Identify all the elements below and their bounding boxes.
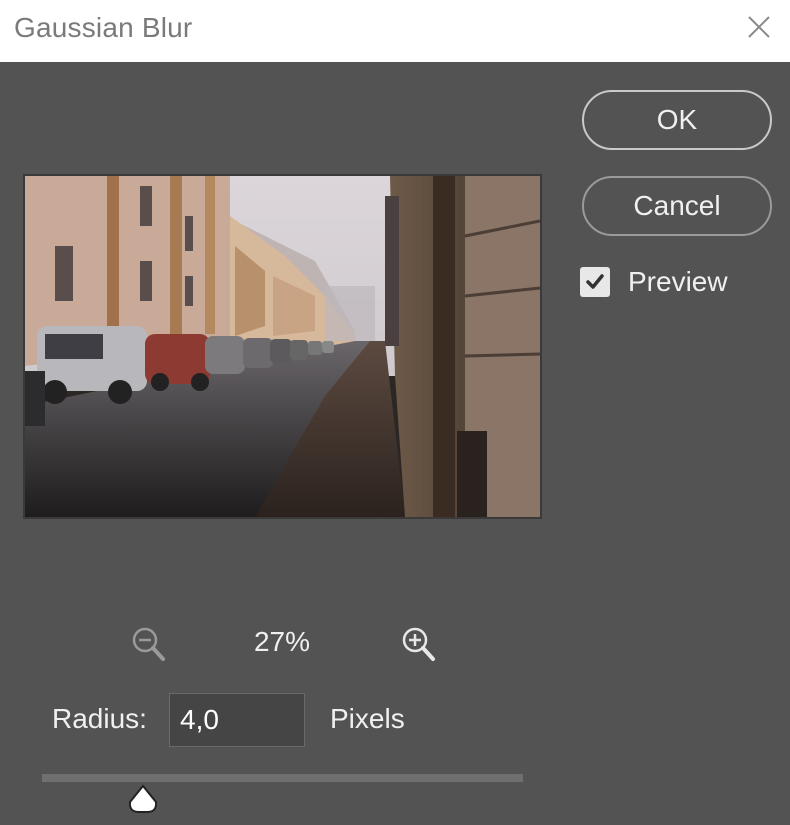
cancel-button[interactable]: Cancel (582, 176, 772, 236)
zoom-level: 27% (253, 626, 311, 657)
radius-input[interactable] (169, 693, 305, 747)
preview-checkbox[interactable] (580, 267, 610, 297)
radius-label: Radius: (52, 703, 147, 734)
radius-slider-thumb[interactable] (127, 784, 159, 814)
ok-button[interactable]: OK (582, 90, 772, 150)
dialog-title: Gaussian Blur (14, 12, 193, 43)
title-bar: Gaussian Blur (0, 0, 790, 62)
preview-label: Preview (628, 266, 728, 297)
checkmark-icon (586, 274, 604, 289)
close-icon[interactable] (742, 10, 776, 44)
gaussian-blur-dialog: Gaussian Blur OK Cancel Preview 27% Radi… (0, 0, 790, 825)
preview-toggle[interactable]: Preview (580, 266, 728, 298)
zoom-out-icon[interactable] (128, 624, 168, 664)
radius-units-label: Pixels (330, 703, 405, 734)
radius-slider-track[interactable] (42, 774, 523, 782)
preview-image[interactable] (23, 174, 542, 519)
zoom-in-icon[interactable] (398, 624, 438, 664)
